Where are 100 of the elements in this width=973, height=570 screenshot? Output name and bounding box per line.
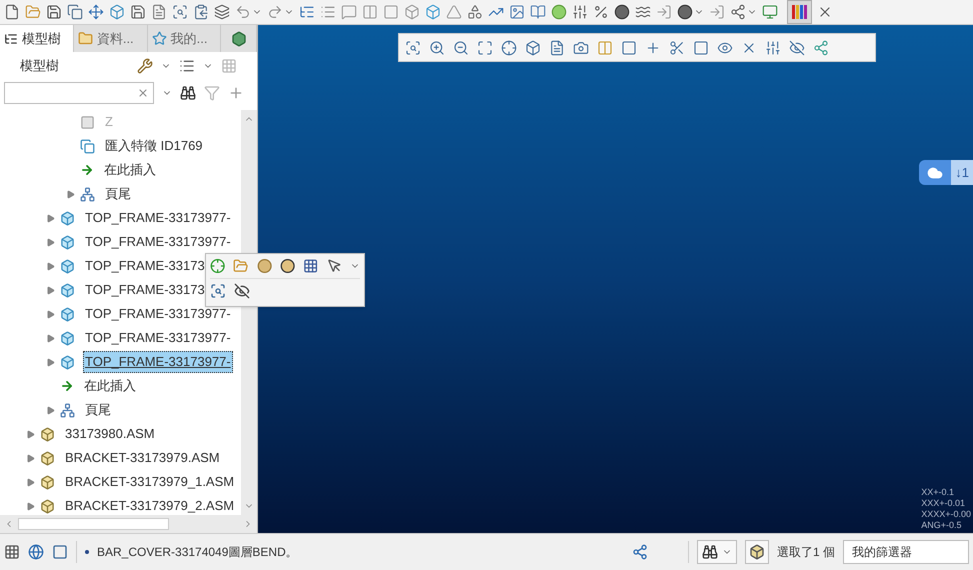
tree-item[interactable]: 頁尾	[83, 399, 113, 421]
clipboard-icon[interactable]	[193, 4, 209, 20]
expand-arrow-icon[interactable]	[46, 286, 54, 294]
tree-item[interactable]: 在此插入	[82, 375, 138, 397]
percent-icon[interactable]	[593, 4, 609, 20]
expand-arrow-icon[interactable]	[26, 502, 34, 510]
horizontal-scrollbar[interactable]	[0, 515, 257, 533]
maximize-icon[interactable]	[477, 40, 493, 56]
save-icon[interactable]	[130, 4, 146, 20]
expand-arrow-icon[interactable]	[46, 310, 54, 318]
eye-off-icon[interactable]	[234, 283, 250, 299]
wave-icon[interactable]	[635, 4, 651, 20]
tree-item[interactable]: 頁尾	[103, 183, 133, 205]
expand-arrow-icon[interactable]	[46, 406, 54, 414]
expand-arrow-icon[interactable]	[26, 478, 34, 486]
square-icon[interactable]	[693, 40, 709, 56]
expand-arrow-icon[interactable]	[26, 454, 34, 462]
columns-icon[interactable]	[362, 4, 378, 20]
book-icon[interactable]	[530, 4, 546, 20]
crosshair-icon[interactable]	[210, 258, 226, 274]
new-file-icon[interactable]	[4, 4, 20, 20]
eye-off-icon[interactable]	[789, 40, 805, 56]
wrench-icon[interactable]	[137, 58, 153, 74]
list-icon[interactable]	[179, 58, 195, 74]
folder-icon[interactable]	[25, 4, 41, 20]
save-icon[interactable]	[46, 4, 62, 20]
square-icon[interactable]	[52, 544, 68, 560]
tree-item[interactable]: 匯入特徵 ID1769	[103, 135, 205, 157]
zoom-in-icon[interactable]	[429, 40, 445, 56]
tree-item[interactable]: TOP_FRAME-33173977-	[83, 351, 233, 373]
zoom-icon[interactable]	[210, 283, 226, 299]
expand-arrow-icon[interactable]	[46, 358, 54, 366]
sphere-icon[interactable]	[280, 258, 296, 274]
enter-icon[interactable]	[709, 4, 725, 20]
grid-icon[interactable]	[303, 258, 319, 274]
expand-arrow-icon[interactable]	[46, 238, 54, 246]
camera-icon[interactable]	[573, 40, 589, 56]
cube-icon[interactable]	[525, 40, 541, 56]
color-bars-button[interactable]	[787, 0, 812, 24]
expand-arrow-icon[interactable]	[46, 334, 54, 342]
plus-icon[interactable]	[228, 85, 244, 101]
share-icon[interactable]	[730, 4, 746, 20]
tree-item[interactable]: BRACKET-33173979_1.ASM	[63, 471, 236, 493]
cube-icon[interactable]	[109, 4, 125, 20]
sphere-icon[interactable]	[677, 4, 693, 20]
square-icon[interactable]	[621, 40, 637, 56]
share-icon[interactable]	[632, 544, 648, 560]
tree-item[interactable]: TOP_FRAME-33173977-	[83, 231, 233, 253]
sphere-icon[interactable]	[614, 4, 630, 20]
shapes-icon[interactable]	[467, 4, 483, 20]
tree-item[interactable]: BRACKET-33173979.ASM	[63, 447, 222, 469]
redo-icon[interactable]	[267, 4, 283, 20]
graphics-viewport[interactable]: ↓1 XX+-0.1 XXX+-0.01 XXXX+-0.00 ANG+-0.5	[258, 25, 973, 533]
clear-icon[interactable]	[137, 87, 149, 99]
list-tree-icon[interactable]	[299, 4, 315, 20]
tree-item[interactable]: TOP_FRAME-33173	[83, 279, 207, 301]
expand-arrow-icon[interactable]	[46, 262, 54, 270]
expand-arrow-icon[interactable]	[46, 214, 54, 222]
grid-icon[interactable]	[4, 544, 20, 560]
undo-icon[interactable]	[235, 4, 251, 20]
monitor-icon[interactable]	[762, 4, 778, 20]
cube-icon[interactable]	[404, 4, 420, 20]
folder-icon[interactable]	[233, 258, 249, 274]
panel-tab[interactable]: 模型樹	[0, 25, 74, 52]
document-icon[interactable]	[151, 4, 167, 20]
globe-icon[interactable]	[28, 544, 44, 560]
layers-icon[interactable]	[214, 4, 230, 20]
tree-item[interactable]: BRACKET-33173979_2.ASM	[63, 495, 236, 515]
panel-tab[interactable]	[221, 25, 257, 52]
message-icon[interactable]	[341, 4, 357, 20]
cube-icon[interactable]	[425, 4, 441, 20]
tree-item[interactable]: TOP_FRAME-33173977-	[83, 207, 233, 229]
tree-item[interactable]: 在此插入	[102, 159, 158, 181]
square-icon[interactable]	[383, 4, 399, 20]
zoom-fit-icon[interactable]	[405, 40, 421, 56]
cube-button[interactable]	[744, 540, 769, 564]
tree-item[interactable]: TOP_FRAME-33173977-	[83, 303, 233, 325]
scissors-icon[interactable]	[669, 40, 685, 56]
filter-dropdown[interactable]: 我的篩選器	[843, 540, 969, 564]
sliders-icon[interactable]	[765, 40, 781, 56]
expand-arrow-icon[interactable]	[26, 430, 34, 438]
search-field[interactable]	[4, 82, 154, 104]
expand-arrow-icon[interactable]	[66, 190, 74, 198]
zoom-out-icon[interactable]	[453, 40, 469, 56]
find-button[interactable]	[696, 540, 737, 564]
image-icon[interactable]	[509, 4, 525, 20]
panel-tab[interactable]: 我的...	[148, 25, 222, 52]
document-icon[interactable]	[549, 40, 565, 56]
sliders-icon[interactable]	[572, 4, 588, 20]
triangle-icon[interactable]	[446, 4, 462, 20]
tree-item[interactable]: TOP_FRAME-33173977-	[83, 327, 233, 349]
tree-item[interactable]: 33173980.ASM	[63, 423, 157, 445]
binoculars-icon[interactable]	[180, 85, 196, 101]
copy-icon[interactable]	[67, 4, 83, 20]
enter-icon[interactable]	[656, 4, 672, 20]
tree-item[interactable]: TOP_FRAME-33173	[83, 255, 207, 277]
scan-search-icon[interactable]	[172, 4, 188, 20]
move-icon[interactable]	[88, 4, 104, 20]
columns-icon[interactable]	[597, 40, 613, 56]
cloud-badge[interactable]	[919, 160, 952, 185]
